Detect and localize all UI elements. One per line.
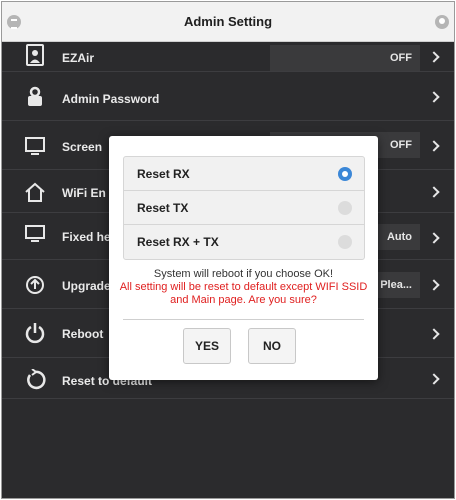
no-button[interactable]: NO (248, 328, 296, 364)
option-reset-rx-tx[interactable]: Reset RX + TX (124, 225, 364, 259)
reset-options: Reset RX Reset TX Reset RX + TX (123, 156, 365, 260)
radio-unselected-icon[interactable] (338, 235, 352, 249)
option-label: Reset RX (137, 167, 190, 181)
app-frame: Admin Setting EZAir OFF Admin Password S… (1, 1, 455, 499)
reboot-notice: System will reboot if you choose OK! (153, 268, 334, 280)
option-label: Reset RX + TX (137, 235, 219, 249)
radio-selected-icon[interactable] (338, 167, 352, 181)
option-reset-rx[interactable]: Reset RX (124, 157, 364, 191)
option-reset-tx[interactable]: Reset TX (124, 191, 364, 225)
option-label: Reset TX (137, 201, 189, 215)
reset-dialog: Reset RX Reset TX Reset RX + TX System w… (109, 136, 378, 380)
yes-button[interactable]: YES (183, 328, 231, 364)
radio-unselected-icon[interactable] (338, 201, 352, 215)
dialog-divider (123, 319, 364, 320)
dialog-message: System will reboot if you choose OK! All… (117, 268, 370, 307)
reset-warning: All setting will be reset to default exc… (119, 281, 368, 306)
